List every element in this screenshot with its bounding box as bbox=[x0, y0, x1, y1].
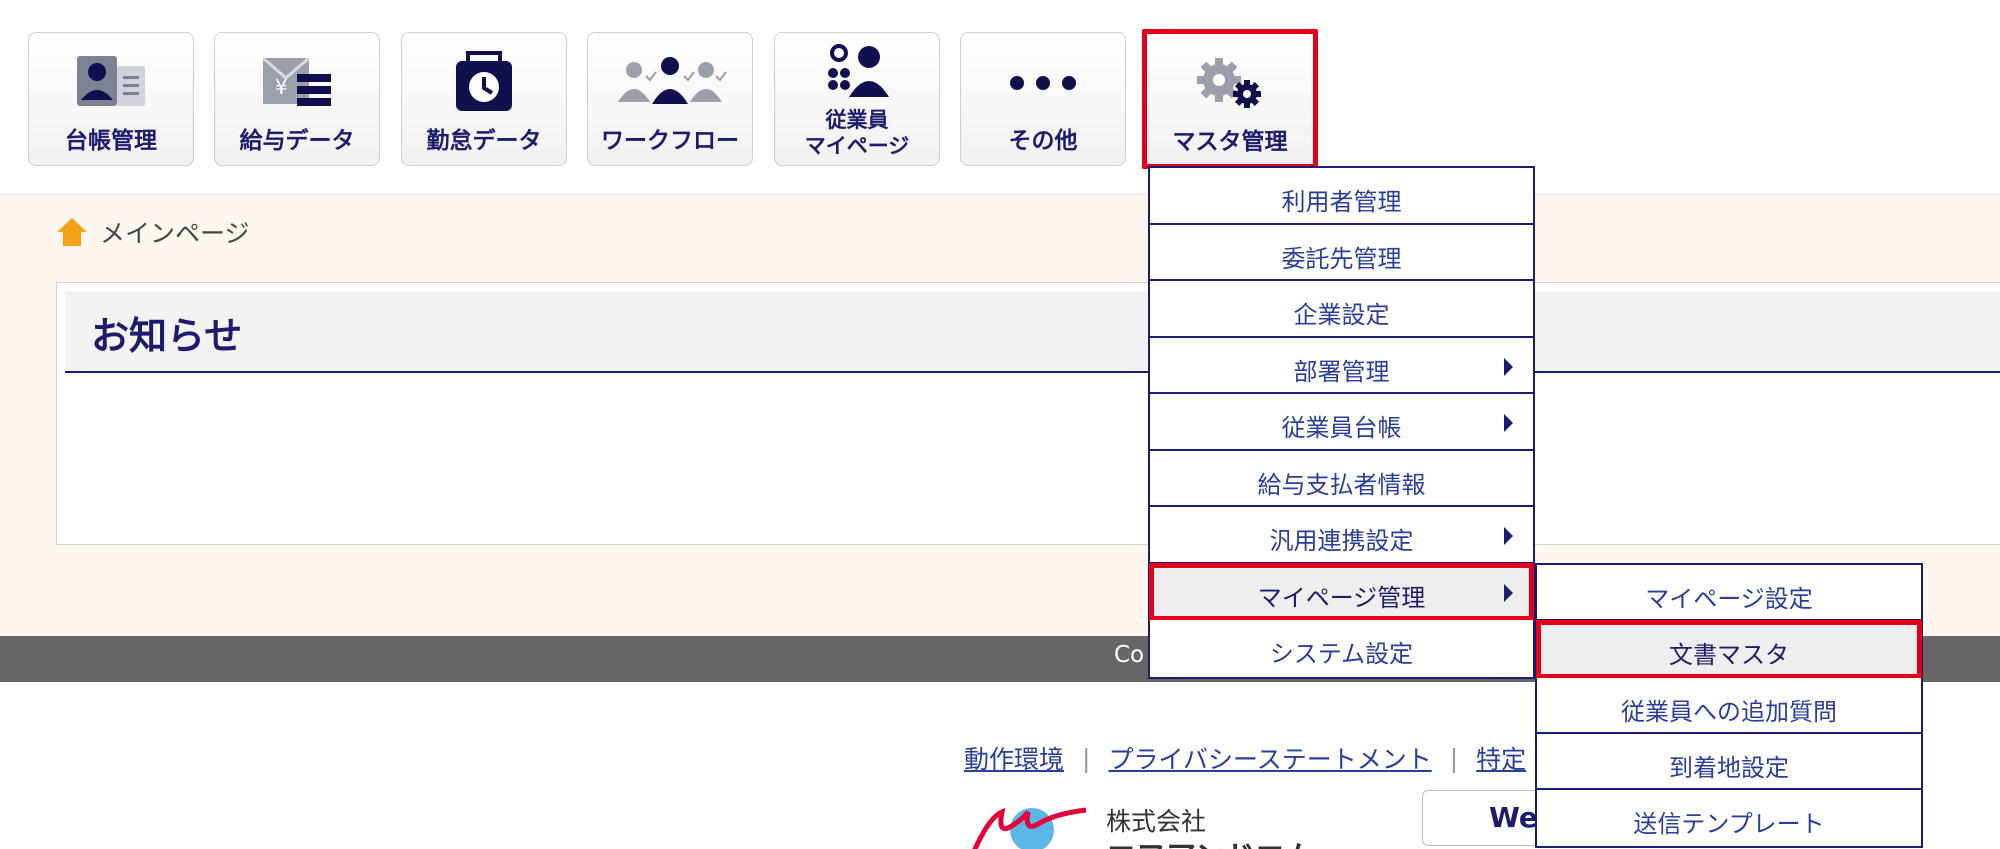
mypage-management-submenu: マイページ設定 文書マスタ 従業員への追加質問 到着地設定 送信テンプレート bbox=[1535, 563, 1923, 849]
menu-item-label: 利用者管理 bbox=[1281, 188, 1402, 216]
more-dots-icon bbox=[961, 51, 1125, 115]
menu-item-employee-ledger[interactable]: 従業員台帳 bbox=[1150, 394, 1533, 451]
breadcrumb: メインページ bbox=[56, 214, 250, 250]
home-icon[interactable] bbox=[56, 216, 88, 248]
company-logo bbox=[972, 807, 1087, 849]
menu-item-user-management[interactable]: 利用者管理 bbox=[1150, 168, 1533, 225]
menu-item-company-settings[interactable]: 企業設定 bbox=[1150, 281, 1533, 338]
footer-link-environment[interactable]: 動作環境 bbox=[964, 740, 1064, 776]
menu-item-label: システム設定 bbox=[1269, 640, 1414, 668]
gears-icon bbox=[1147, 52, 1313, 116]
other-button[interactable]: その他 bbox=[960, 32, 1126, 166]
submenu-arrow-icon bbox=[1504, 357, 1513, 376]
submenu-item-document-master[interactable]: 文書マスタ bbox=[1536, 620, 1922, 679]
menu-item-system-settings[interactable]: システム設定 bbox=[1150, 620, 1533, 677]
menu-item-label: 従業員台帳 bbox=[1281, 414, 1402, 442]
master-management-menu: 利用者管理 委託先管理 企業設定 部署管理 従業員台帳 給与支払者情報 汎用連携… bbox=[1148, 166, 1535, 679]
toolbar-label-line2: マイページ bbox=[804, 134, 910, 158]
workflow-button[interactable]: ワークフロー bbox=[587, 32, 753, 166]
attendance-data-button[interactable]: 勤怠データ bbox=[401, 32, 567, 166]
toolbar-label: その他 bbox=[1008, 128, 1078, 154]
toolbar-label: ワークフロー bbox=[601, 128, 739, 154]
notice-panel: お知らせ bbox=[56, 282, 2000, 545]
notice-title: お知らせ bbox=[91, 314, 243, 358]
menu-item-label: マイページ管理 bbox=[1257, 583, 1426, 612]
footer-link-privacy[interactable]: プライバシーステートメント bbox=[1108, 740, 1431, 776]
submenu-item-label: 文書マスタ bbox=[1669, 641, 1789, 670]
submenu-item-destination-settings[interactable]: 到着地設定 bbox=[1537, 733, 1921, 791]
toolbar-label: 従業員 マイページ bbox=[775, 107, 939, 159]
main-toolbar: 台帳管理 ¥ 給与データ 勤怠データ ワークフロー 従業員 マイページ その他 … bbox=[0, 0, 2000, 195]
company-name-line2: エフアンドエム bbox=[1106, 832, 1315, 849]
toolbar-label: マスタ管理 bbox=[1172, 129, 1288, 155]
attendance-clock-icon bbox=[402, 51, 566, 115]
submenu-item-label: マイページ設定 bbox=[1645, 585, 1813, 613]
employee-mypage-button[interactable]: 従業員 マイページ bbox=[774, 32, 940, 166]
submenu-arrow-icon bbox=[1504, 527, 1513, 545]
submenu-arrow-icon bbox=[1504, 414, 1513, 432]
payroll-icon: ¥ bbox=[215, 51, 379, 115]
ledger-management-button[interactable]: 台帳管理 bbox=[28, 32, 194, 166]
footer-links: 動作環境 | プライバシーステートメント | 特定 bbox=[964, 740, 1526, 776]
menu-item-label: 部署管理 bbox=[1293, 357, 1390, 386]
menu-item-mypage-management[interactable]: マイページ管理 bbox=[1149, 562, 1534, 621]
submenu-item-mypage-settings[interactable]: マイページ設定 bbox=[1537, 565, 1921, 622]
footer-separator: | bbox=[1449, 743, 1459, 773]
submenu-item-label: 到着地設定 bbox=[1669, 753, 1789, 782]
master-management-button[interactable]: マスタ管理 bbox=[1142, 29, 1318, 169]
toolbar-label-line1: 従業員 bbox=[825, 108, 889, 132]
menu-item-label: 企業設定 bbox=[1293, 301, 1390, 329]
svg-text:¥: ¥ bbox=[275, 75, 288, 99]
footer-link-specified[interactable]: 特定 bbox=[1476, 740, 1526, 776]
notice-header: お知らせ bbox=[65, 291, 2000, 373]
toolbar-label: 勤怠データ bbox=[426, 128, 542, 154]
submenu-item-label: 従業員への追加質問 bbox=[1621, 697, 1837, 726]
breadcrumb-current[interactable]: メインページ bbox=[100, 214, 250, 250]
toolbar-label: 台帳管理 bbox=[65, 128, 157, 154]
payroll-data-button[interactable]: ¥ 給与データ bbox=[214, 32, 380, 166]
menu-item-label: 委託先管理 bbox=[1281, 244, 1402, 273]
submenu-item-label: 送信テンプレート bbox=[1633, 810, 1825, 839]
submenu-item-send-template[interactable]: 送信テンプレート bbox=[1537, 790, 1921, 847]
footer-separator: | bbox=[1082, 743, 1091, 773]
workflow-people-icon bbox=[588, 51, 752, 115]
menu-item-contractor-management[interactable]: 委託先管理 bbox=[1150, 224, 1533, 281]
submenu-item-additional-questions[interactable]: 従業員への追加質問 bbox=[1537, 677, 1921, 734]
submenu-arrow-icon bbox=[1504, 583, 1513, 602]
ledger-icon bbox=[29, 51, 193, 115]
toolbar-label: 給与データ bbox=[239, 128, 355, 154]
footer-copyright: Co bbox=[1114, 642, 1145, 668]
menu-item-department-management[interactable]: 部署管理 bbox=[1150, 337, 1533, 394]
menu-item-general-integration[interactable]: 汎用連携設定 bbox=[1150, 507, 1533, 564]
menu-item-payer-info[interactable]: 給与支払者情報 bbox=[1150, 450, 1533, 507]
menu-item-label: 汎用連携設定 bbox=[1269, 527, 1414, 555]
employee-mypage-icon bbox=[775, 43, 939, 101]
menu-item-label: 給与支払者情報 bbox=[1257, 470, 1426, 499]
